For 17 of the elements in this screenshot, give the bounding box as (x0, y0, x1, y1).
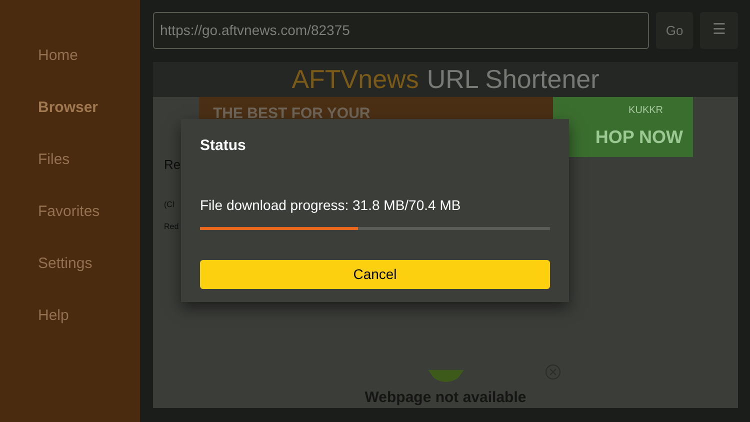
go-button[interactable]: Go (656, 12, 693, 49)
sidebar-item[interactable]: Home (38, 45, 140, 68)
dialog-title: Status (200, 136, 247, 156)
site-logo: AFTVnews (292, 63, 419, 96)
sidebar-item[interactable]: Files (38, 149, 140, 172)
sidebar-item[interactable]: Favorites (38, 201, 140, 224)
sidebar-item[interactable]: Help (38, 305, 140, 328)
ad-brand: KUKKR (628, 104, 663, 118)
sidebar-item[interactable]: Settings (38, 253, 140, 276)
ad-cta: HOP NOW (595, 126, 683, 149)
ad-headline: THE BEST FOR YOUR (213, 105, 370, 122)
menu-button[interactable]: ☰ (700, 12, 738, 49)
sidebar-item[interactable]: Browser (38, 97, 140, 120)
url-field[interactable]: https://go.aftvnews.com/82375 (153, 12, 649, 49)
cancel-button[interactable]: Cancel (200, 260, 550, 288)
site-title: URL Shortener (426, 63, 600, 96)
dialog-message: File download progress: 31.8 MB/70.4 MB (200, 196, 462, 215)
